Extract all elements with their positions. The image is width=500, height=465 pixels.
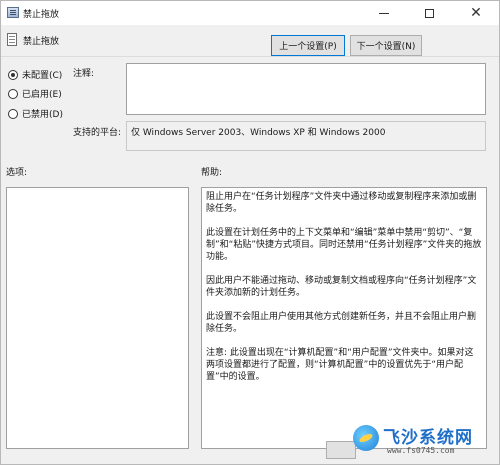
- site-watermark: 飞沙系统网 www.fs0745.com: [353, 421, 493, 463]
- window-title: 禁止拖放: [23, 10, 60, 20]
- radio-indicator[interactable]: [8, 88, 18, 99]
- help-text-panel[interactable]: 阻止用户在“任务计划程序”文件夹中通过移动或复制程序来添加或删除任务。 此设置在…: [201, 187, 487, 449]
- help-label: 帮助:: [201, 168, 223, 178]
- radio-indicator[interactable]: [8, 69, 18, 80]
- supported-platform-value: 仅 Windows Server 2003、Windows XP 和 Windo…: [126, 121, 486, 151]
- previous-setting-button[interactable]: 上一个设置(P): [271, 35, 345, 56]
- radio-label: 未配置(C): [22, 71, 63, 81]
- radio-label: 已禁用(D): [22, 110, 63, 120]
- title-bar: 禁止拖放 ✕: [1, 1, 499, 25]
- close-icon: ✕: [470, 5, 482, 21]
- maximize-button[interactable]: [409, 1, 449, 25]
- radio-not-configured[interactable]: 未配置(C): [8, 68, 62, 81]
- help-paragraph: 阻止用户在“任务计划程序”文件夹中通过移动或复制程序来添加或删除任务。: [206, 192, 477, 214]
- radio-disabled[interactable]: 已禁用(D): [8, 107, 63, 120]
- comment-label: 注释:: [73, 69, 95, 79]
- ok-button[interactable]: [326, 441, 356, 459]
- help-paragraph: 注意: 此设置出现在“计算机配置”和“用户配置”文件夹中。如果对这两项设置都进行…: [206, 348, 474, 382]
- comment-textarea[interactable]: [126, 63, 486, 115]
- radio-indicator[interactable]: [8, 108, 18, 119]
- watermark-text: 飞沙系统网: [383, 428, 473, 448]
- watermark-logo-icon: [353, 425, 379, 451]
- maximize-icon: [424, 8, 434, 18]
- close-button[interactable]: ✕: [453, 1, 499, 25]
- supported-platform-label: 支持的平台:: [73, 128, 122, 138]
- options-label: 选项:: [6, 168, 28, 178]
- next-setting-button[interactable]: 下一个设置(N): [350, 35, 422, 56]
- minimize-button[interactable]: [364, 1, 404, 25]
- watermark-url: www.fs0745.com: [387, 446, 455, 455]
- policy-dialog: 禁止拖放 ✕ 禁止拖放 上一个设置(P) 下一个设置(N) 未配置(C) 已启用…: [0, 0, 500, 465]
- header-divider: [1, 56, 499, 57]
- help-paragraph: 因此用户不能通过拖动、移动或复制文档或程序向“任务计划程序”文件夹添加新的计划任…: [206, 276, 477, 298]
- minimize-icon: [379, 12, 389, 14]
- radio-enabled[interactable]: 已启用(E): [8, 87, 62, 100]
- group-policy-app-icon: [7, 7, 19, 18]
- options-panel[interactable]: [6, 187, 189, 449]
- help-paragraph: 此设置在计划任务中的上下文菜单和“编辑”菜单中禁用“剪切”、“复制”和“粘贴”快…: [206, 228, 482, 262]
- help-paragraph: 此设置不会阻止用户使用其他方式创建新任务，并且不会阻止用户删除任务。: [206, 312, 477, 334]
- policy-setting-icon: [7, 33, 17, 46]
- radio-label: 已启用(E): [22, 90, 62, 100]
- policy-name: 禁止拖放: [23, 37, 60, 47]
